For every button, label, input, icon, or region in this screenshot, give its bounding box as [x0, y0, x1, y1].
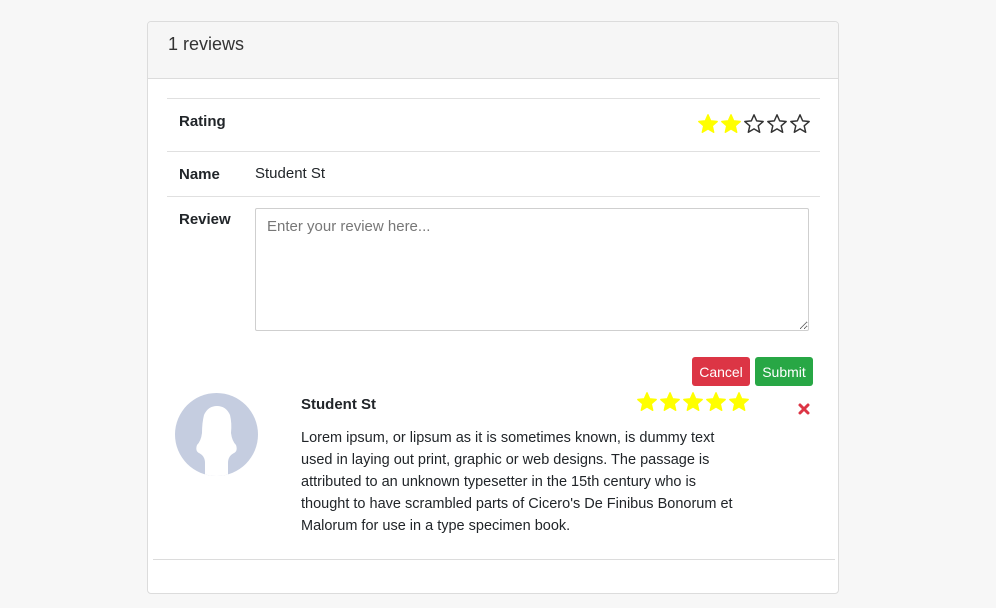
reviews-count-title: 1 reviews [168, 34, 245, 54]
reviews-header: 1 reviews [148, 22, 838, 79]
name-label: Name [179, 166, 220, 183]
divider [167, 196, 820, 197]
delete-review-button[interactable] [797, 402, 811, 416]
avatar [175, 393, 258, 476]
divider [167, 151, 820, 152]
reviews-card: 1 reviews Rating Name Student St Review … [147, 21, 839, 594]
star-filled-icon [659, 391, 681, 413]
star-empty-icon[interactable] [789, 113, 811, 135]
review-text: Lorem ipsum, or lipsum as it is sometime… [301, 430, 733, 534]
divider [153, 559, 835, 560]
star-filled-icon [728, 391, 750, 413]
review-rating [636, 391, 750, 413]
review-label: Review [179, 211, 231, 228]
star-filled-icon [682, 391, 704, 413]
star-filled-icon [636, 391, 658, 413]
user-silhouette-icon [196, 406, 237, 476]
close-icon [798, 403, 810, 415]
rating-label: Rating [179, 113, 226, 130]
divider [167, 98, 820, 99]
star-filled-icon[interactable] [697, 113, 719, 135]
rating-input[interactable] [697, 113, 811, 135]
star-empty-icon[interactable] [743, 113, 765, 135]
star-filled-icon[interactable] [720, 113, 742, 135]
star-filled-icon [705, 391, 727, 413]
review-author: Student St [301, 396, 376, 413]
star-empty-icon[interactable] [766, 113, 788, 135]
submit-button[interactable]: Submit [755, 357, 813, 386]
review-textarea[interactable] [255, 208, 809, 331]
name-value: Student St [255, 165, 326, 182]
cancel-button[interactable]: Cancel [692, 357, 750, 386]
